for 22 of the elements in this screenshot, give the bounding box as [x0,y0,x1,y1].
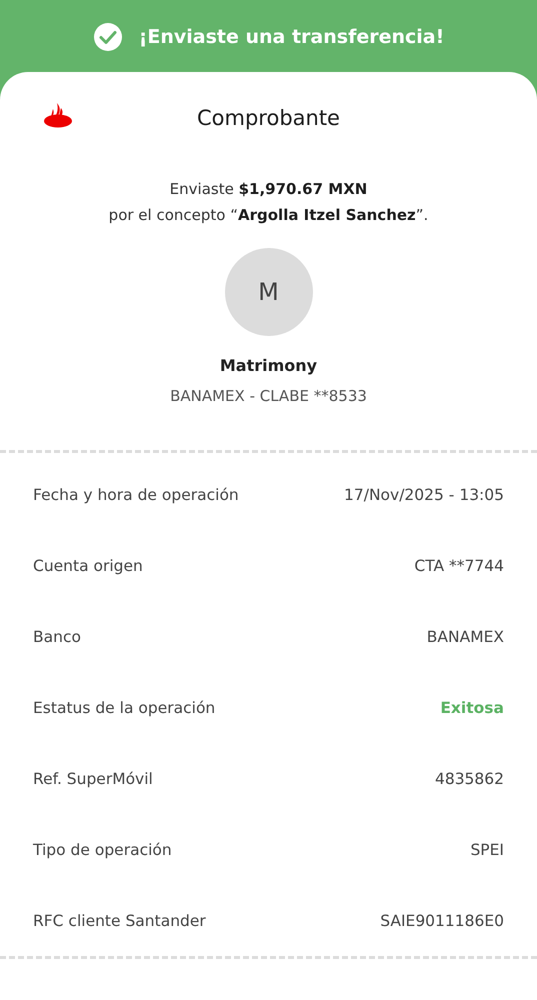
detail-value: BANAMEX [426,628,504,646]
avatar-initial: M [224,248,312,336]
banner-title: ¡Enviaste una transferencia! [138,25,444,50]
detail-label: Banco [33,628,81,646]
detail-label: Tipo de operación [33,840,172,858]
detail-label: Ref. SuperMóvil [33,770,153,788]
detail-value: 17/Nov/2025 - 13:05 [344,486,504,504]
check-icon [92,22,123,52]
detail-label: RFC cliente Santander [33,912,206,930]
detail-label: Cuenta origen [33,556,143,574]
detail-value: 4835862 [434,770,504,788]
detail-label: Estatus de la operación [33,698,216,716]
detail-label: Fecha y hora de operación [33,486,239,504]
detail-value: SPEI [470,840,504,858]
recipient-name: Matrimony [220,356,318,375]
status-value: Exitosa [440,698,504,716]
flame-logo-icon [43,102,73,128]
recipient-account: BANAMEX - CLABE **8533 [170,387,367,405]
transfer-summary: Enviaste $1,970.67 MXN por el concepto “Argolla Itzel Sanchez”. [108,179,428,226]
receipt-title: Comprobante [197,105,340,132]
detail-value: SAIE9011186E0 [380,912,504,930]
detail-value: CTA **7744 [414,556,504,574]
